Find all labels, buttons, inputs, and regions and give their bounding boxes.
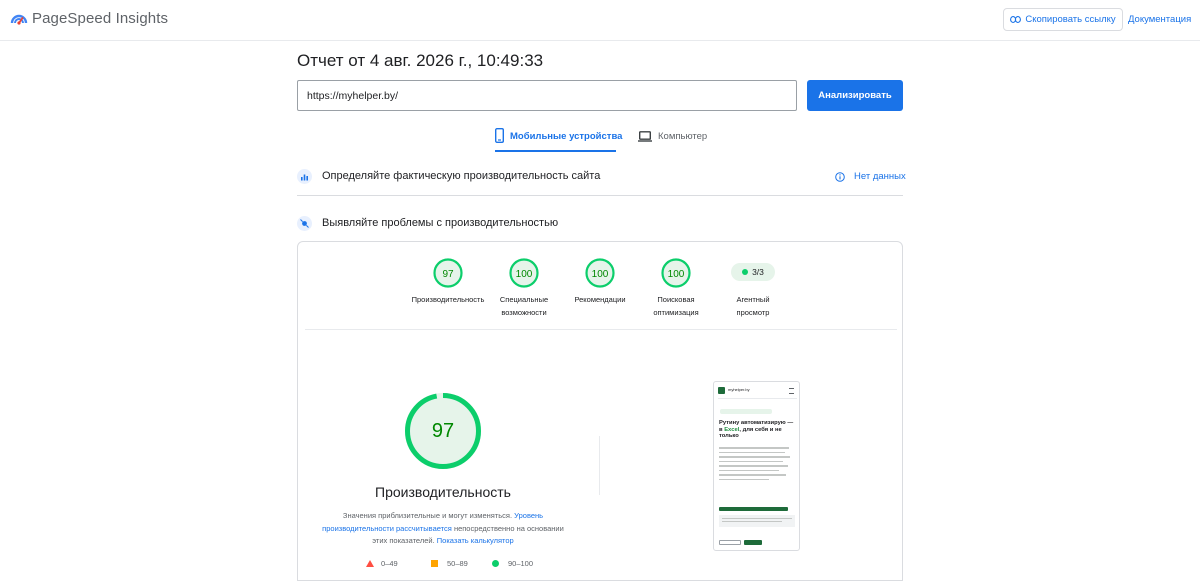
performance-big-gauge: 97 [405, 393, 481, 469]
legend-average: 50–89 [447, 559, 468, 568]
label-line: возможности [501, 307, 547, 317]
laptop-icon [638, 131, 652, 142]
link-icon [1010, 16, 1022, 23]
legend-good: 90–100 [508, 559, 534, 568]
poor-triangle-icon [366, 560, 374, 567]
page-screenshot[interactable]: myhelper.by Рутину автоматизирую — в Exc… [713, 381, 800, 551]
score-gauge-best-practices[interactable]: 100 [585, 258, 615, 293]
score-gauge-seo[interactable]: 100 [661, 258, 691, 293]
score-value: 97 [442, 269, 454, 280]
note-text: Значения приблизительные и могут изменят… [342, 511, 513, 520]
status-dot-icon [742, 269, 749, 275]
site-logo-icon [718, 387, 725, 394]
users-chart-icon [297, 169, 312, 184]
info-icon [835, 171, 845, 182]
copy-link-label: Скопировать ссылку [1025, 14, 1116, 25]
score-gauge-performance[interactable]: 97 [433, 258, 463, 293]
headline-accent: Excel [724, 426, 740, 433]
analyze-button[interactable]: Анализировать [807, 80, 903, 111]
no-data-label: Нет данных [854, 171, 906, 182]
copy-link-button[interactable]: Скопировать ссылку [1003, 8, 1123, 31]
site-name: myhelper.by [728, 387, 750, 392]
thumb-headline: Рутину автоматизирую — в Excel, для себя… [719, 420, 796, 440]
tab-desktop[interactable]: Компьютер [638, 131, 707, 142]
performance-title: Производительность [375, 484, 511, 500]
active-tab-indicator [495, 150, 616, 152]
thumb-reject-button [719, 540, 741, 545]
score-label-agent: Агентный просмотр [703, 294, 803, 319]
legend-poor: 0–49 [381, 559, 398, 568]
report-title: Отчет от 4 авг. 2026 г., 10:49:33 [297, 51, 544, 70]
thumb-notice [719, 515, 795, 527]
smartphone-icon [495, 128, 504, 143]
score-legend: 0–49 50–89 90–100 [366, 559, 533, 568]
no-data-indicator[interactable]: Нет данных [835, 171, 906, 182]
card-divider [305, 329, 897, 330]
section-divider [297, 195, 903, 196]
menu-icon [789, 388, 794, 394]
thumb-divider [718, 398, 797, 399]
thumb-body-text [719, 447, 791, 483]
label-line: Агентный [736, 295, 770, 304]
url-input[interactable] [297, 80, 797, 111]
score-value: 100 [516, 269, 533, 280]
gauge-ring: 100 [585, 258, 615, 288]
pagespeed-logo-icon[interactable] [10, 10, 28, 28]
thumb-badge [720, 409, 772, 414]
lab-diagnostics-icon [297, 216, 312, 231]
performance-note: Значения приблизительные и могут изменят… [316, 510, 570, 548]
gauge-ring: 97 [433, 258, 463, 288]
gauge-ring: 100 [661, 258, 691, 288]
tab-mobile-label: Мобильные устройства [510, 131, 623, 142]
score-value: 100 [592, 269, 609, 280]
thumb-progress [719, 507, 788, 511]
agent-score: 3/3 [752, 267, 764, 277]
show-calculator-link[interactable]: Показать калькулятор [437, 536, 514, 545]
app-title[interactable]: PageSpeed Insights [32, 10, 168, 27]
lab-data-title: Выявляйте проблемы с производительностью [322, 217, 559, 229]
gauge-ring: 100 [509, 258, 539, 288]
thumb-accept-button [744, 540, 762, 545]
performance-score: 97 [432, 420, 454, 442]
field-data-title: Определяйте фактическую производительнос… [322, 170, 601, 182]
docs-link[interactable]: Документация [1128, 14, 1191, 25]
good-circle-icon [492, 560, 499, 567]
score-gauge-accessibility[interactable]: 100 [509, 258, 539, 293]
vertical-separator [599, 436, 600, 495]
label-line: просмотр [736, 307, 770, 317]
score-value: 100 [668, 269, 685, 280]
agent-browsing-badge[interactable]: 3/3 [731, 263, 775, 281]
average-square-icon [431, 560, 438, 567]
tab-desktop-label: Компьютер [658, 131, 708, 142]
